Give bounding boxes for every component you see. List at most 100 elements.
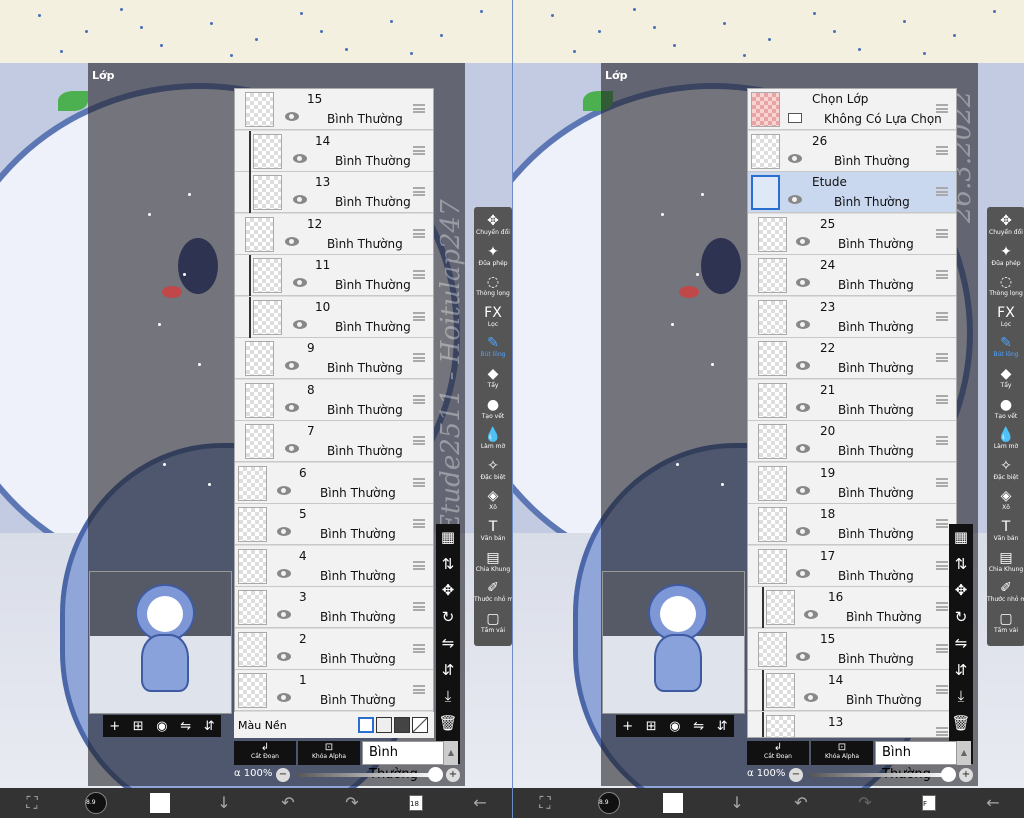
background-dark-swatch[interactable]: [394, 717, 410, 733]
merge-down-icon[interactable]: ⤓: [949, 683, 973, 710]
tool-frame[interactable]: ▤ Chia Khung: [987, 550, 1024, 574]
flip-vertical-icon[interactable]: ⇵: [949, 657, 973, 684]
merge-layers-icon[interactable]: ⇅: [949, 551, 973, 578]
visibility-eye-icon[interactable]: [285, 361, 299, 370]
layer-thumbnail[interactable]: [766, 673, 795, 708]
drag-handle-icon[interactable]: [936, 104, 948, 113]
layer-thumbnail[interactable]: [766, 590, 795, 625]
layer-thumbnail[interactable]: [245, 382, 274, 418]
flip-horizontal-icon[interactable]: ⇋: [436, 630, 460, 657]
drag-handle-icon[interactable]: [936, 436, 948, 445]
brush-size-button[interactable]: 8.9: [598, 792, 620, 814]
layer-row[interactable]: 4 Bình Thường: [235, 545, 433, 587]
visibility-eye-icon[interactable]: [796, 402, 810, 412]
layer-thumbnail[interactable]: [238, 548, 267, 584]
flip-h-icon[interactable]: ⇋: [180, 719, 191, 734]
visibility-eye-icon[interactable]: [277, 651, 291, 661]
layer-thumbnail[interactable]: [253, 175, 282, 210]
layer-row[interactable]: 15 Bình Thường: [748, 628, 956, 670]
transform-menu-icon[interactable]: ⛶: [528, 791, 562, 815]
drag-handle-icon[interactable]: [413, 270, 425, 279]
drag-handle-icon[interactable]: [413, 477, 425, 487]
tool-eraser[interactable]: ◆ Tẩy: [474, 366, 512, 390]
drag-handle-icon[interactable]: [936, 145, 948, 155]
layer-row[interactable]: 13 Bình Thường: [235, 172, 433, 213]
background-checker-swatch[interactable]: [376, 717, 392, 733]
visibility-eye-icon[interactable]: [293, 319, 307, 329]
layer-row[interactable]: 25 Bình Thường: [748, 213, 956, 255]
tool-brush[interactable]: ✎ Bút lông: [474, 335, 512, 359]
blend-mode-arrow-icon[interactable]: ▲: [957, 741, 971, 765]
visibility-eye-icon[interactable]: [293, 195, 307, 204]
alpha-lock-button[interactable]: ⊡ Khóa Alpha: [298, 741, 360, 765]
layer-row[interactable]: 18 Bình Thường: [748, 504, 956, 545]
tool-filter[interactable]: FX Lọc: [474, 305, 512, 329]
tool-special[interactable]: ✧ Đặc biệt: [987, 458, 1024, 482]
layer-row[interactable]: 21 Bình Thường: [748, 379, 956, 421]
tool-blur[interactable]: 💧 Làm mờ: [987, 427, 1024, 451]
drag-handle-icon[interactable]: [936, 477, 948, 487]
drag-handle-icon[interactable]: [413, 436, 425, 445]
drag-handle-icon[interactable]: [936, 187, 948, 196]
layer-thumbnail[interactable]: [766, 714, 795, 737]
drag-handle-icon[interactable]: [413, 602, 425, 611]
layer-thumbnail[interactable]: [758, 548, 787, 584]
layer-thumbnail[interactable]: [245, 424, 274, 459]
layer-row[interactable]: 11 Bình Thường: [235, 255, 433, 296]
tool-eyedropper[interactable]: ✐Thước nhỏ mắt: [987, 580, 1024, 604]
layer-thumbnail[interactable]: [238, 631, 267, 667]
visibility-eye-icon[interactable]: [285, 236, 299, 246]
layer-row[interactable]: 20 Bình Thường: [748, 421, 956, 462]
trash-icon[interactable]: 🗑: [949, 710, 973, 737]
visibility-eye-icon[interactable]: [285, 112, 299, 121]
drag-handle-icon[interactable]: [936, 228, 948, 238]
opacity-knob[interactable]: [941, 767, 956, 782]
visibility-eye-icon[interactable]: [285, 402, 299, 412]
visibility-eye-icon[interactable]: [796, 278, 810, 287]
drag-handle-icon[interactable]: [413, 187, 425, 196]
drag-handle-icon[interactable]: [413, 104, 425, 113]
tool-fill[interactable]: ◈ Xô: [987, 488, 1024, 512]
drag-handle-icon[interactable]: [936, 602, 948, 611]
add-folder-icon[interactable]: ⊞: [133, 719, 144, 734]
transform-menu-icon[interactable]: ⛶: [15, 791, 49, 815]
trash-icon[interactable]: 🗑: [436, 710, 460, 737]
opacity-decrease-button[interactable]: −: [276, 768, 290, 782]
tool-frame[interactable]: ▤ Chia Khung: [474, 550, 512, 574]
canvas-preview[interactable]: [602, 571, 745, 714]
tool-blur[interactable]: 💧 Làm mờ: [474, 427, 512, 451]
visibility-eye-icon[interactable]: [277, 693, 291, 702]
layer-row[interactable]: Etude Bình Thường: [748, 172, 956, 213]
layer-thumbnail[interactable]: [758, 216, 787, 252]
checker-icon[interactable]: ▦: [436, 524, 460, 551]
layer-row[interactable]: Chọn Lớp Không Có Lựa Chọn: [748, 89, 956, 130]
color-button[interactable]: [150, 793, 170, 813]
layer-thumbnail[interactable]: [253, 299, 282, 335]
tool-smudge[interactable]: ● Tạo vết: [474, 397, 512, 421]
layer-row[interactable]: 6 Bình Thường: [235, 462, 433, 504]
flip-v-icon[interactable]: ⇵: [204, 719, 215, 734]
layer-thumbnail[interactable]: [758, 424, 787, 459]
visibility-eye-icon[interactable]: [796, 444, 810, 453]
drag-handle-icon[interactable]: [936, 726, 948, 736]
layer-thumbnail[interactable]: [238, 673, 267, 708]
checker-icon[interactable]: ▦: [949, 524, 973, 551]
brush-size-button[interactable]: 8.9: [85, 792, 107, 814]
drag-handle-icon[interactable]: [936, 353, 948, 362]
opacity-knob[interactable]: [428, 767, 443, 782]
opacity-slider[interactable]: [809, 773, 949, 777]
visibility-eye-icon[interactable]: [804, 610, 818, 619]
visibility-eye-icon[interactable]: [796, 319, 810, 329]
visibility-eye-icon[interactable]: [277, 610, 291, 619]
layer-row[interactable]: 15 Bình Thường: [235, 89, 433, 130]
layer-thumbnail[interactable]: [758, 258, 787, 293]
download-icon[interactable]: ↓: [207, 791, 241, 815]
layer-thumbnail[interactable]: [245, 92, 274, 127]
drag-handle-icon[interactable]: [413, 228, 425, 238]
layer-row[interactable]: 16 Bình Thường: [748, 587, 956, 628]
layer-row[interactable]: 19 Bình Thường: [748, 462, 956, 504]
visibility-eye-icon[interactable]: [796, 527, 810, 536]
layer-row[interactable]: 14 Bình Thường: [235, 130, 433, 172]
drag-handle-icon[interactable]: [413, 643, 425, 653]
back-icon[interactable]: ←: [463, 791, 497, 815]
